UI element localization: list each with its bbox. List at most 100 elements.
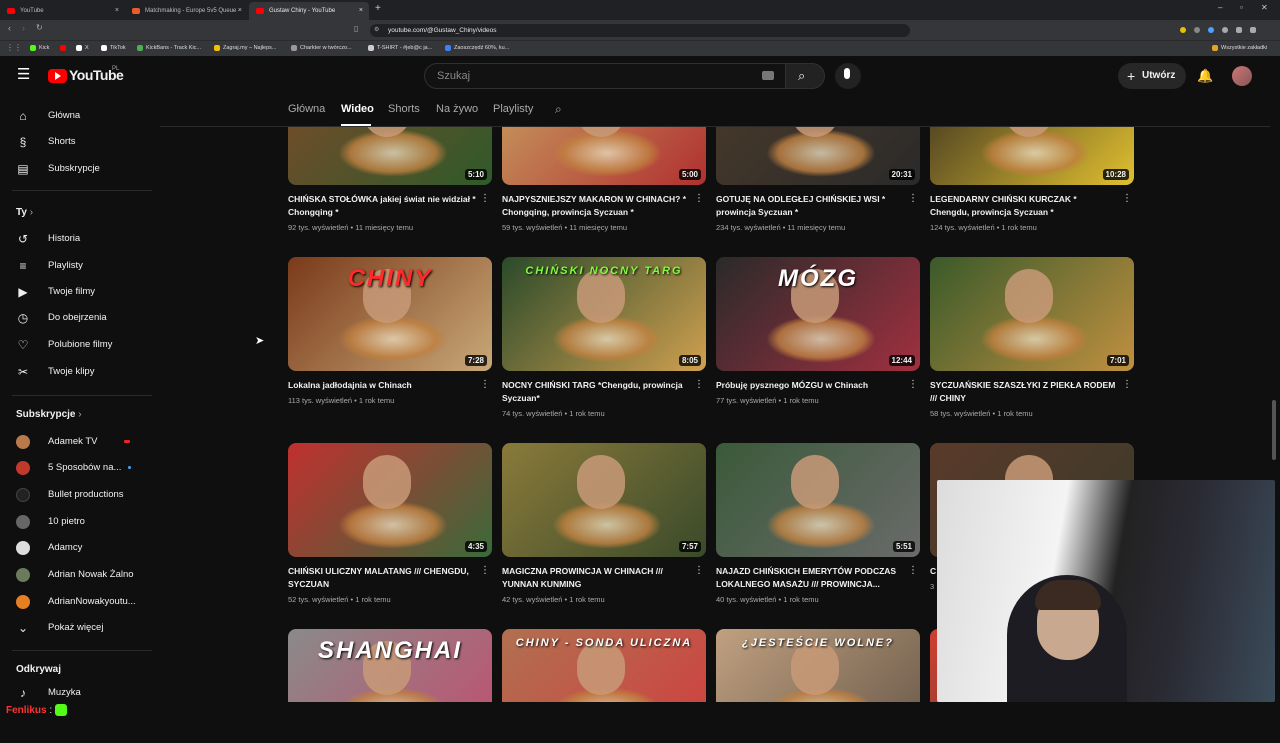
tab-videos[interactable]: Wideo [341, 103, 374, 115]
video-thumbnail[interactable]: CHINY - SONDA ULICZNA [502, 629, 706, 720]
minimize-icon[interactable]: – [1218, 3, 1222, 12]
video-thumbnail[interactable]: MÓZG 12:44 [716, 257, 920, 371]
keyboard-icon[interactable] [762, 71, 774, 80]
sidebar-item-shorts[interactable]: § Shorts [16, 129, 76, 155]
video-thumbnail[interactable]: ¿JESTEŚCIE WOLNE? [716, 629, 920, 720]
sidebar-item-subscriptions[interactable]: ▤ Subskrypcje [16, 156, 99, 182]
more-actions-icon[interactable]: ⋮ [480, 193, 490, 204]
site-info-icon[interactable]: ⚙ [374, 26, 379, 33]
sidebar-show-more[interactable]: ⌄ Pokaż więcej [16, 615, 103, 641]
search-input[interactable]: Szukaj [424, 63, 786, 89]
video-title[interactable]: NOCNY CHIŃSKI TARG *Chengdu, prowincja S… [502, 379, 706, 405]
search-button[interactable]: ⌕ [785, 63, 825, 89]
sidebar-item-history[interactable]: ↺ Historia [16, 226, 80, 252]
extension-icon[interactable] [1180, 27, 1186, 33]
video-thumbnail[interactable]: 7:01 [930, 257, 1134, 371]
more-actions-icon[interactable]: ⋮ [1122, 193, 1132, 204]
video-title[interactable]: LEGENDARNY CHIŃSKI KURCZAK * Chengdu, pr… [930, 193, 1134, 219]
close-icon[interactable]: × [115, 2, 119, 20]
new-tab-icon[interactable]: + [375, 3, 381, 14]
tab-live[interactable]: Na żywo [436, 103, 478, 115]
video-title[interactable]: NAJPYSZNIEJSZY MAKARON W CHINACH? * Chon… [502, 193, 706, 219]
sidebar-item-playlists[interactable]: ≡ Playlisty [16, 253, 82, 279]
bookmark-icon[interactable]: ▯ [354, 24, 358, 33]
sidebar-item-watch-later[interactable]: ◷ Do obejrzenia [16, 305, 107, 331]
video-title[interactable]: NAJAZD CHIŃSKICH EMERYTÓW PODCZAS LOKALN… [716, 565, 920, 591]
extension-icon[interactable] [1222, 27, 1228, 33]
extension-icon[interactable] [1236, 27, 1242, 33]
video-card[interactable]: 4:35 CHIŃSKI ULICZNY MALATANG /// CHENGDU… [288, 443, 492, 604]
channel-search-icon[interactable]: ⌕ [555, 102, 562, 117]
bookmark-item[interactable]: Kick [30, 40, 49, 56]
sidebar-sub-item[interactable]: 10 pietro [16, 509, 85, 535]
scrollbar-thumb[interactable] [1272, 400, 1276, 460]
video-title[interactable]: Lokalna jadłodajnia w Chinach [288, 379, 492, 392]
video-title[interactable]: CHIŃSKI ULICZNY MALATANG /// CHENGDU, SY… [288, 565, 492, 591]
video-title[interactable]: GOTUJĘ NA ODLEGŁEJ CHIŃSKIEJ WSI * prowi… [716, 193, 920, 219]
video-card[interactable]: CHIŃSKI NOCNY TARG 8:05 NOCNY CHIŃSKI TARG… [502, 257, 706, 418]
video-thumbnail[interactable]: CHINY 7:28 [288, 257, 492, 371]
bookmark-item[interactable] [60, 40, 69, 56]
url-bar[interactable]: youtube.com/@Gustaw_Chiny/videos [370, 24, 910, 37]
video-card[interactable]: CHINY 7:28 Lokalna jadłodajnia w Chinach ⋮ 1… [288, 257, 492, 405]
voice-search-button[interactable] [835, 63, 861, 89]
all-bookmarks[interactable]: Wszystkie zakładki [1212, 40, 1267, 56]
video-title[interactable]: MAGICZNA PROWINCJA W CHINACH /// YUNNAN … [502, 565, 706, 591]
tab-playlists[interactable]: Playlisty [493, 103, 533, 115]
video-title[interactable]: SYCZUAŃSKIE SZASZŁYKI Z PIEKŁA RODEM ///… [930, 379, 1134, 405]
back-icon[interactable]: ‹ [8, 23, 11, 33]
apps-icon[interactable]: ⋮⋮ [6, 43, 22, 52]
video-card[interactable]: 7:01 SYCZUAŃSKIE SZASZŁYKI Z PIEKŁA RODEM… [930, 257, 1134, 418]
close-icon[interactable]: × [359, 2, 363, 20]
reload-icon[interactable]: ↻ [36, 23, 43, 32]
video-card[interactable]: 5:51 NAJAZD CHIŃSKICH EMERYTÓW PODCZAS LO… [716, 443, 920, 604]
video-thumbnail[interactable]: 7:57 [502, 443, 706, 557]
sidebar-sub-item[interactable]: Adamek TV [16, 429, 130, 455]
bookmark-item[interactable]: T-SHIRT - #jeb@c ja... [368, 40, 432, 56]
youtube-logo[interactable]: YouTube PL [48, 66, 124, 87]
more-actions-icon[interactable]: ⋮ [694, 565, 704, 576]
sidebar-sub-item[interactable]: 5 Sposobów na... [16, 455, 131, 481]
close-icon[interactable]: × [238, 2, 242, 20]
sidebar-you-header[interactable]: Ty › [16, 207, 33, 218]
menu-icon[interactable] [1250, 27, 1256, 33]
more-actions-icon[interactable]: ⋮ [694, 379, 704, 390]
extension-icon[interactable] [1194, 27, 1200, 33]
window-close-icon[interactable]: ✕ [1261, 3, 1268, 12]
sidebar-item-home[interactable]: ⌂ Główna [16, 103, 80, 129]
browser-tab-active[interactable]: Gustaw Chiny - YouTube × [249, 2, 369, 20]
video-thumbnail[interactable]: 4:35 [288, 443, 492, 557]
more-actions-icon[interactable]: ⋮ [694, 193, 704, 204]
video-card[interactable]: CHINY - SONDA ULICZNA [502, 629, 706, 720]
notifications-bell-icon[interactable]: 🔔 [1197, 68, 1213, 84]
tab-home[interactable]: Główna [288, 103, 325, 115]
bookmark-item[interactable]: Zagraj.my – Najleps... [214, 40, 277, 56]
bookmark-item[interactable]: TikTok [101, 40, 126, 56]
browser-tab[interactable]: YouTube × [0, 2, 125, 20]
video-thumbnail[interactable]: CHIŃSKI NOCNY TARG 8:05 [502, 257, 706, 371]
video-thumbnail[interactable]: 5:51 [716, 443, 920, 557]
more-actions-icon[interactable]: ⋮ [908, 193, 918, 204]
video-card[interactable]: ¿JESTEŚCIE WOLNE? [716, 629, 920, 720]
bookmark-item[interactable]: Charkter w twórczo... [291, 40, 352, 56]
video-thumbnail[interactable]: SHANGHAI [288, 629, 492, 720]
sidebar-item-liked[interactable]: ♡ Polubione filmy [16, 332, 113, 358]
video-card[interactable]: SHANGHAI [288, 629, 492, 720]
sidebar-sub-item[interactable]: AdrianNowakyoutu... [16, 589, 136, 615]
video-card[interactable]: MÓZG 12:44 Próbuję pysznego MÓZGU w Chinac… [716, 257, 920, 405]
account-avatar[interactable] [1232, 66, 1252, 86]
hamburger-menu-icon[interactable]: ☰ [17, 67, 30, 82]
create-button[interactable]: + Utwórz [1118, 63, 1186, 89]
browser-tab[interactable]: Matchmaking - Europe 5v5 Queue - × [125, 2, 248, 20]
more-actions-icon[interactable]: ⋮ [908, 565, 918, 576]
bookmark-item[interactable]: Zaoszczędź 60%, ku... [445, 40, 509, 56]
sidebar-subs-header[interactable]: Subskrypcje › [16, 409, 82, 420]
bookmark-item[interactable]: X [76, 40, 89, 56]
forward-icon[interactable]: › [22, 23, 25, 33]
video-title[interactable]: Próbuję pysznego MÓZGU w Chinach [716, 379, 920, 392]
sidebar-item-clips[interactable]: ✂ Twoje klipy [16, 359, 95, 385]
sidebar-sub-item[interactable]: Bullet productions [16, 482, 124, 508]
sidebar-item-your-videos[interactable]: ▶ Twoje filmy [16, 279, 95, 305]
video-title[interactable]: CHIŃSKA STOŁÓWKA jakiej świat nie widzia… [288, 193, 492, 219]
bookmark-item[interactable]: KickBans - Track Kic... [137, 40, 201, 56]
